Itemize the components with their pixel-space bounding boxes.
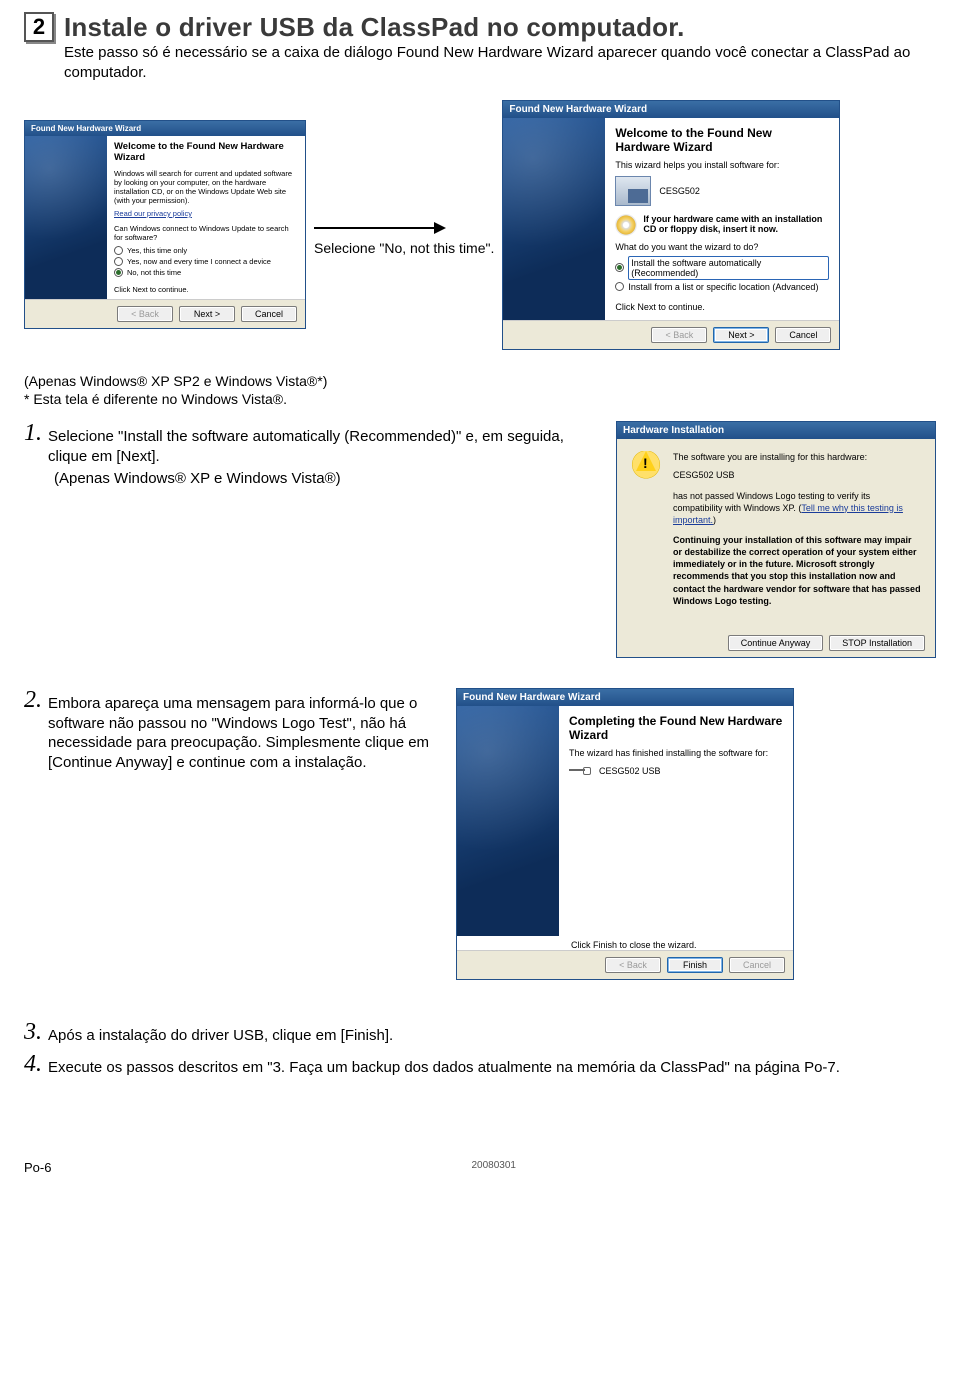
cd-icon xyxy=(615,214,637,236)
dialog-heading: Welcome to the Found New Hardware Wizard xyxy=(114,141,298,163)
dialog-title: Found New Hardware Wizard xyxy=(25,121,305,136)
intro-paragraph: Este passo só é necessário se a caixa de… xyxy=(64,43,936,84)
arrow-icon xyxy=(314,222,446,234)
page-title: Instale o driver USB da ClassPad no comp… xyxy=(64,12,936,43)
device-icon xyxy=(615,176,651,206)
back-button: < Back xyxy=(605,957,661,973)
radio-label: Install the software automatically (Reco… xyxy=(628,256,829,280)
step-1-subtext: (Apenas Windows® XP e Windows Vista®) xyxy=(54,470,604,487)
step-number-2: 2. xyxy=(24,688,42,712)
step-badge: 2 xyxy=(24,12,54,42)
step-3-text: Após a instalação do driver USB, clique … xyxy=(48,1020,393,1046)
privacy-policy-link[interactable]: Read our privacy policy xyxy=(114,209,298,218)
hwi-warning-paragraph: Continuing your installation of this sof… xyxy=(673,534,921,607)
os-note-line1: (Apenas Windows® XP SP2 e Windows Vista®… xyxy=(24,372,936,391)
dialog-hint: Click Next to continue. xyxy=(114,285,298,294)
hwi-text-1: The software you are installing for this… xyxy=(673,451,921,463)
back-button: < Back xyxy=(117,306,173,322)
step-1-text: Selecione "Install the software automati… xyxy=(48,421,604,466)
wizard-dialog-install-method: Found New Hardware Wizard Welcome to the… xyxy=(502,100,840,350)
finish-text: The wizard has finished installing the s… xyxy=(569,748,783,758)
cancel-button: Cancel xyxy=(729,957,785,973)
dialog-heading: Welcome to the Found New Hardware Wizard xyxy=(615,126,829,154)
radio-label: Yes, this time only xyxy=(127,246,187,255)
usb-icon xyxy=(569,764,591,778)
next-button[interactable]: Next > xyxy=(713,327,769,343)
dialog-hint: Click Next to continue. xyxy=(615,302,829,312)
dialog-question: Can Windows connect to Windows Update to… xyxy=(114,224,298,242)
cd-hint: If your hardware came with an installati… xyxy=(643,214,829,234)
step-2-text: Embora apareça uma mensagem para informá… xyxy=(48,688,444,772)
back-button: < Back xyxy=(651,327,707,343)
cancel-button[interactable]: Cancel xyxy=(241,306,297,322)
dialog-heading: Completing the Found New Hardware Wizard xyxy=(569,714,783,742)
step-number-3: 3. xyxy=(24,1020,42,1044)
radio-yes-always[interactable]: Yes, now and every time I connect a devi… xyxy=(114,257,298,266)
radio-yes-once[interactable]: Yes, this time only xyxy=(114,246,298,255)
arrow-caption: Selecione "No, not this time". xyxy=(314,240,494,258)
wizard-dialog-completing: Found New Hardware Wizard Completing the… xyxy=(456,688,794,980)
finish-button[interactable]: Finish xyxy=(667,957,723,973)
step-number-4: 4. xyxy=(24,1052,42,1076)
dialog-title: Hardware Installation xyxy=(617,422,935,439)
continue-anyway-button[interactable]: Continue Anyway xyxy=(728,635,824,651)
dialog-title: Found New Hardware Wizard xyxy=(457,689,793,706)
radio-list[interactable]: Install from a list or specific location… xyxy=(615,282,829,292)
doc-code: 20080301 xyxy=(471,1160,516,1175)
step-4-text: Execute os passos descritos em "3. Faça … xyxy=(48,1052,840,1078)
dialog-sidebar-graphic xyxy=(503,118,605,320)
radio-label: Install from a list or specific location… xyxy=(628,282,818,292)
device-name: CESG502 xyxy=(659,186,700,196)
dialog-title: Found New Hardware Wizard xyxy=(503,101,839,118)
radio-label: Yes, now and every time I connect a devi… xyxy=(127,257,271,266)
hwi-device: CESG502 USB xyxy=(673,469,921,481)
finish-hint: Click Finish to close the wizard. xyxy=(457,936,793,950)
radio-no[interactable]: No, not this time xyxy=(114,268,298,277)
dialog-sidebar-graphic xyxy=(457,706,559,936)
warning-icon xyxy=(631,451,661,481)
step-number-1: 1. xyxy=(24,421,42,445)
page-number: Po-6 xyxy=(24,1160,51,1175)
hwi-text-2b: ) xyxy=(713,515,716,525)
dialog-text: This wizard helps you install software f… xyxy=(615,160,829,170)
radio-label: No, not this time xyxy=(127,268,181,277)
stop-installation-button[interactable]: STOP Installation xyxy=(829,635,925,651)
wizard-dialog-update-search: Found New Hardware Wizard Welcome to the… xyxy=(24,120,306,329)
device-name: CESG502 USB xyxy=(599,766,661,776)
dialog-question: What do you want the wizard to do? xyxy=(615,242,829,252)
os-note-line2: * Esta tela é diferente no Windows Vista… xyxy=(24,390,936,409)
hardware-installation-dialog: Hardware Installation The software you a… xyxy=(616,421,936,658)
next-button[interactable]: Next > xyxy=(179,306,235,322)
cancel-button[interactable]: Cancel xyxy=(775,327,831,343)
radio-auto[interactable]: Install the software automatically (Reco… xyxy=(615,256,829,280)
dialog-sidebar-graphic xyxy=(25,136,107,299)
dialog-text: Windows will search for current and upda… xyxy=(114,169,298,205)
